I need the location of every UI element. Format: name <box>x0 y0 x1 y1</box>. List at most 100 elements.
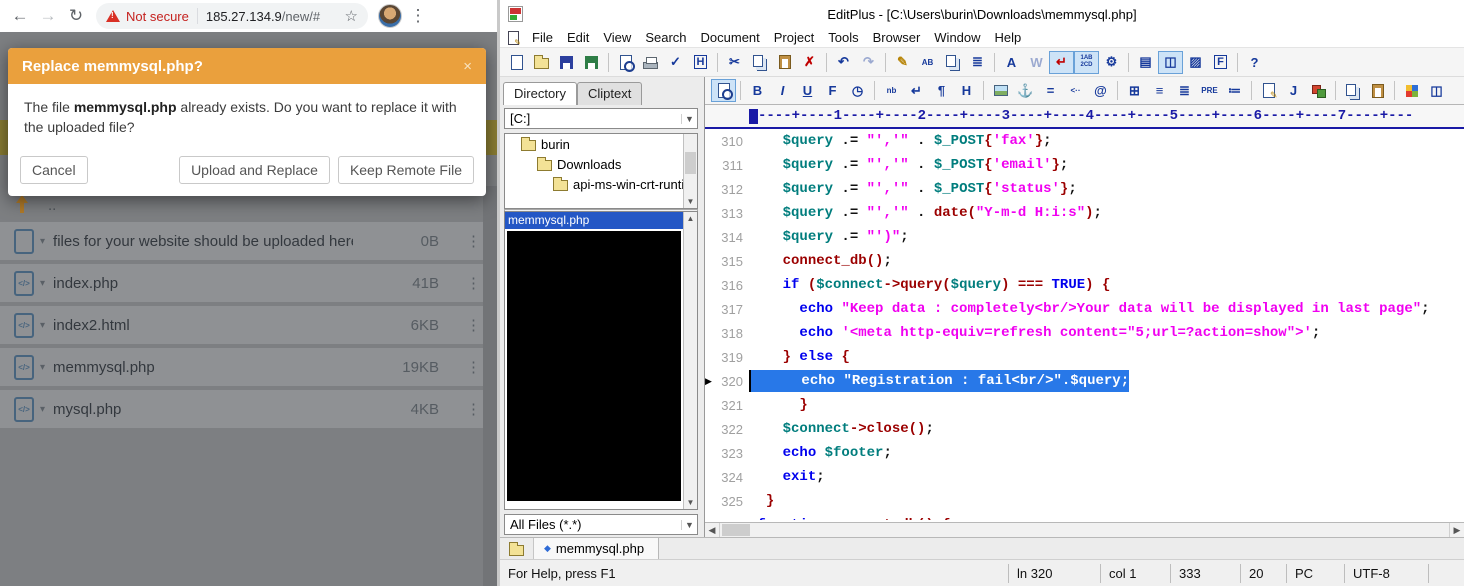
row-menu-icon[interactable]: ⋮ <box>466 358 481 376</box>
code-text[interactable]: $connect->close(); <box>749 418 934 440</box>
upload-and-replace-button[interactable]: Upload and Replace <box>179 156 330 184</box>
horizontal-rule-button[interactable]: = <box>1038 79 1063 102</box>
tree-item-burin[interactable]: burin <box>505 134 697 154</box>
table-button[interactable]: ⊞ <box>1122 79 1147 102</box>
context-help-button[interactable]: ? <box>1242 51 1267 74</box>
profile-avatar[interactable] <box>378 4 402 28</box>
new-document-button[interactable] <box>504 51 529 74</box>
code-text[interactable]: echo '<meta http-equiv=refresh content="… <box>749 322 1320 344</box>
file-row[interactable]: ▾mysql.php4KB⋮ <box>0 390 497 428</box>
redo-button[interactable]: ↷ <box>856 51 881 74</box>
row-menu-icon[interactable]: ⋮ <box>466 232 481 250</box>
file-filter-selector[interactable]: All Files (*.*) ▼ <box>504 514 698 535</box>
reload-icon[interactable]: ↻ <box>62 6 90 26</box>
paragraph-button[interactable]: ¶ <box>929 79 954 102</box>
row-menu-icon[interactable]: ⋮ <box>466 316 481 334</box>
align-center-button[interactable]: ≡ <box>1147 79 1172 102</box>
copy-tag-button[interactable] <box>1340 79 1365 102</box>
code-text[interactable]: $query .= "','" . date("Y-m-d H:i:s"); <box>749 202 1102 224</box>
tree-item-api-ms-win-crt-runtim[interactable]: api-ms-win-crt-runtim <box>505 174 697 194</box>
menu-tools[interactable]: Tools <box>821 30 865 45</box>
cancel-button[interactable]: Cancel <box>20 156 88 184</box>
back-icon[interactable]: ← <box>6 6 34 26</box>
scroll-up-icon[interactable]: ▲ <box>684 212 697 225</box>
cut-button[interactable]: ✂ <box>722 51 747 74</box>
file-row[interactable]: ▾files for your website should be upload… <box>0 222 497 260</box>
menu-file[interactable]: File <box>525 30 560 45</box>
menu-view[interactable]: View <box>596 30 638 45</box>
page-scrollbar[interactable] <box>483 186 497 586</box>
list-tag-button[interactable]: ≔ <box>1222 79 1247 102</box>
time-stamp-button[interactable]: ◷ <box>845 79 870 102</box>
window-list-button[interactable]: ▤ <box>1133 51 1158 74</box>
code-text[interactable]: function connect_db() { <box>749 514 951 520</box>
javascript-button[interactable]: J <box>1281 79 1306 102</box>
code-text[interactable]: connect_db(); <box>749 250 892 272</box>
anchor-button[interactable]: ⚓ <box>1013 79 1038 102</box>
copy-button[interactable] <box>747 51 772 74</box>
fullscreen-button[interactable]: F <box>1208 51 1233 74</box>
code-text[interactable]: if ($connect->query($query) === TRUE) { <box>749 274 1110 296</box>
underline-button[interactable]: U <box>795 79 820 102</box>
menu-document[interactable]: Document <box>694 30 767 45</box>
heading-button[interactable]: H <box>954 79 979 102</box>
word-wrap-button[interactable]: W <box>1024 51 1049 74</box>
find-replace-button[interactable]: AB <box>915 51 940 74</box>
code-horizontal-scrollbar[interactable]: ◀ ▶ <box>705 522 1464 537</box>
email-link-button[interactable]: @ <box>1088 79 1113 102</box>
window-panel-button[interactable]: ◫ <box>1158 51 1183 74</box>
browser-window-button[interactable]: ▨ <box>1183 51 1208 74</box>
menu-help[interactable]: Help <box>988 30 1029 45</box>
menu-window[interactable]: Window <box>927 30 987 45</box>
dialog-close-icon[interactable]: × <box>463 58 472 75</box>
file-list-scrollbar[interactable]: ▲ ▼ <box>683 212 697 509</box>
tab-directory[interactable]: Directory <box>503 82 577 105</box>
html-page-button[interactable]: H <box>688 51 713 74</box>
image-button[interactable] <box>988 79 1013 102</box>
highlight-button[interactable]: ✎ <box>890 51 915 74</box>
paste-tag-button[interactable] <box>1365 79 1390 102</box>
code-text[interactable]: $query .= "')"; <box>749 226 909 248</box>
tree-vertical-scrollbar[interactable]: ▼ <box>683 134 697 208</box>
tree-item-Downloads[interactable]: Downloads <box>505 154 697 174</box>
windows-colors-button[interactable] <box>1399 79 1424 102</box>
code-text[interactable]: } <box>749 394 808 416</box>
wrap-return-button[interactable]: ↵ <box>1049 51 1074 74</box>
print-preview-button[interactable] <box>613 51 638 74</box>
file-row[interactable]: ▾index.php41B⋮ <box>0 264 497 302</box>
code-text[interactable]: } else { <box>749 346 850 368</box>
menu-browser[interactable]: Browser <box>866 30 928 45</box>
file-row[interactable]: ▾memmysql.php19KB⋮ <box>0 348 497 386</box>
font-tag-button[interactable]: F <box>820 79 845 102</box>
code-text[interactable]: $query .= "','" . $_POST{'status'}; <box>749 178 1077 200</box>
scroll-down-icon[interactable]: ▼ <box>684 195 697 208</box>
row-menu-icon[interactable]: ⋮ <box>466 400 481 418</box>
print-button[interactable] <box>638 51 663 74</box>
preferences-button[interactable]: ⚙ <box>1099 51 1124 74</box>
code-text[interactable]: exit; <box>749 466 825 488</box>
frame-button[interactable]: ◫ <box>1424 79 1449 102</box>
save-button[interactable] <box>554 51 579 74</box>
nonbreaking-space-button[interactable]: nb <box>879 79 904 102</box>
menu-search[interactable]: Search <box>638 30 693 45</box>
forward-icon[interactable]: → <box>34 6 62 26</box>
code-text[interactable]: echo $footer; <box>749 442 892 464</box>
align-right-button[interactable]: ≣ <box>1172 79 1197 102</box>
font-button[interactable]: A <box>999 51 1024 74</box>
browser-preview-button[interactable] <box>711 79 736 102</box>
duplicate-line-button[interactable] <box>940 51 965 74</box>
line-break-button[interactable]: ↵ <box>904 79 929 102</box>
save-all-button[interactable] <box>579 51 604 74</box>
scroll-right-icon[interactable]: ▶ <box>1449 523 1464 537</box>
code-text[interactable]: echo "Registration : fail<br/>".$query; <box>749 370 1129 392</box>
line-numbers-button[interactable]: 1AB 2CD <box>1074 51 1099 74</box>
undo-button[interactable]: ↶ <box>831 51 856 74</box>
scroll-left-icon[interactable]: ◀ <box>705 523 720 537</box>
drive-selector[interactable]: [C:] ▼ <box>504 108 698 129</box>
open-file-button[interactable] <box>529 51 554 74</box>
paste-button[interactable] <box>772 51 797 74</box>
document-tab[interactable]: ◆ memmysql.php <box>534 538 659 559</box>
row-menu-icon[interactable]: ⋮ <box>466 274 481 292</box>
file-row[interactable]: ▾index2.html6KB⋮ <box>0 306 497 344</box>
code-text[interactable]: } <box>749 490 774 512</box>
